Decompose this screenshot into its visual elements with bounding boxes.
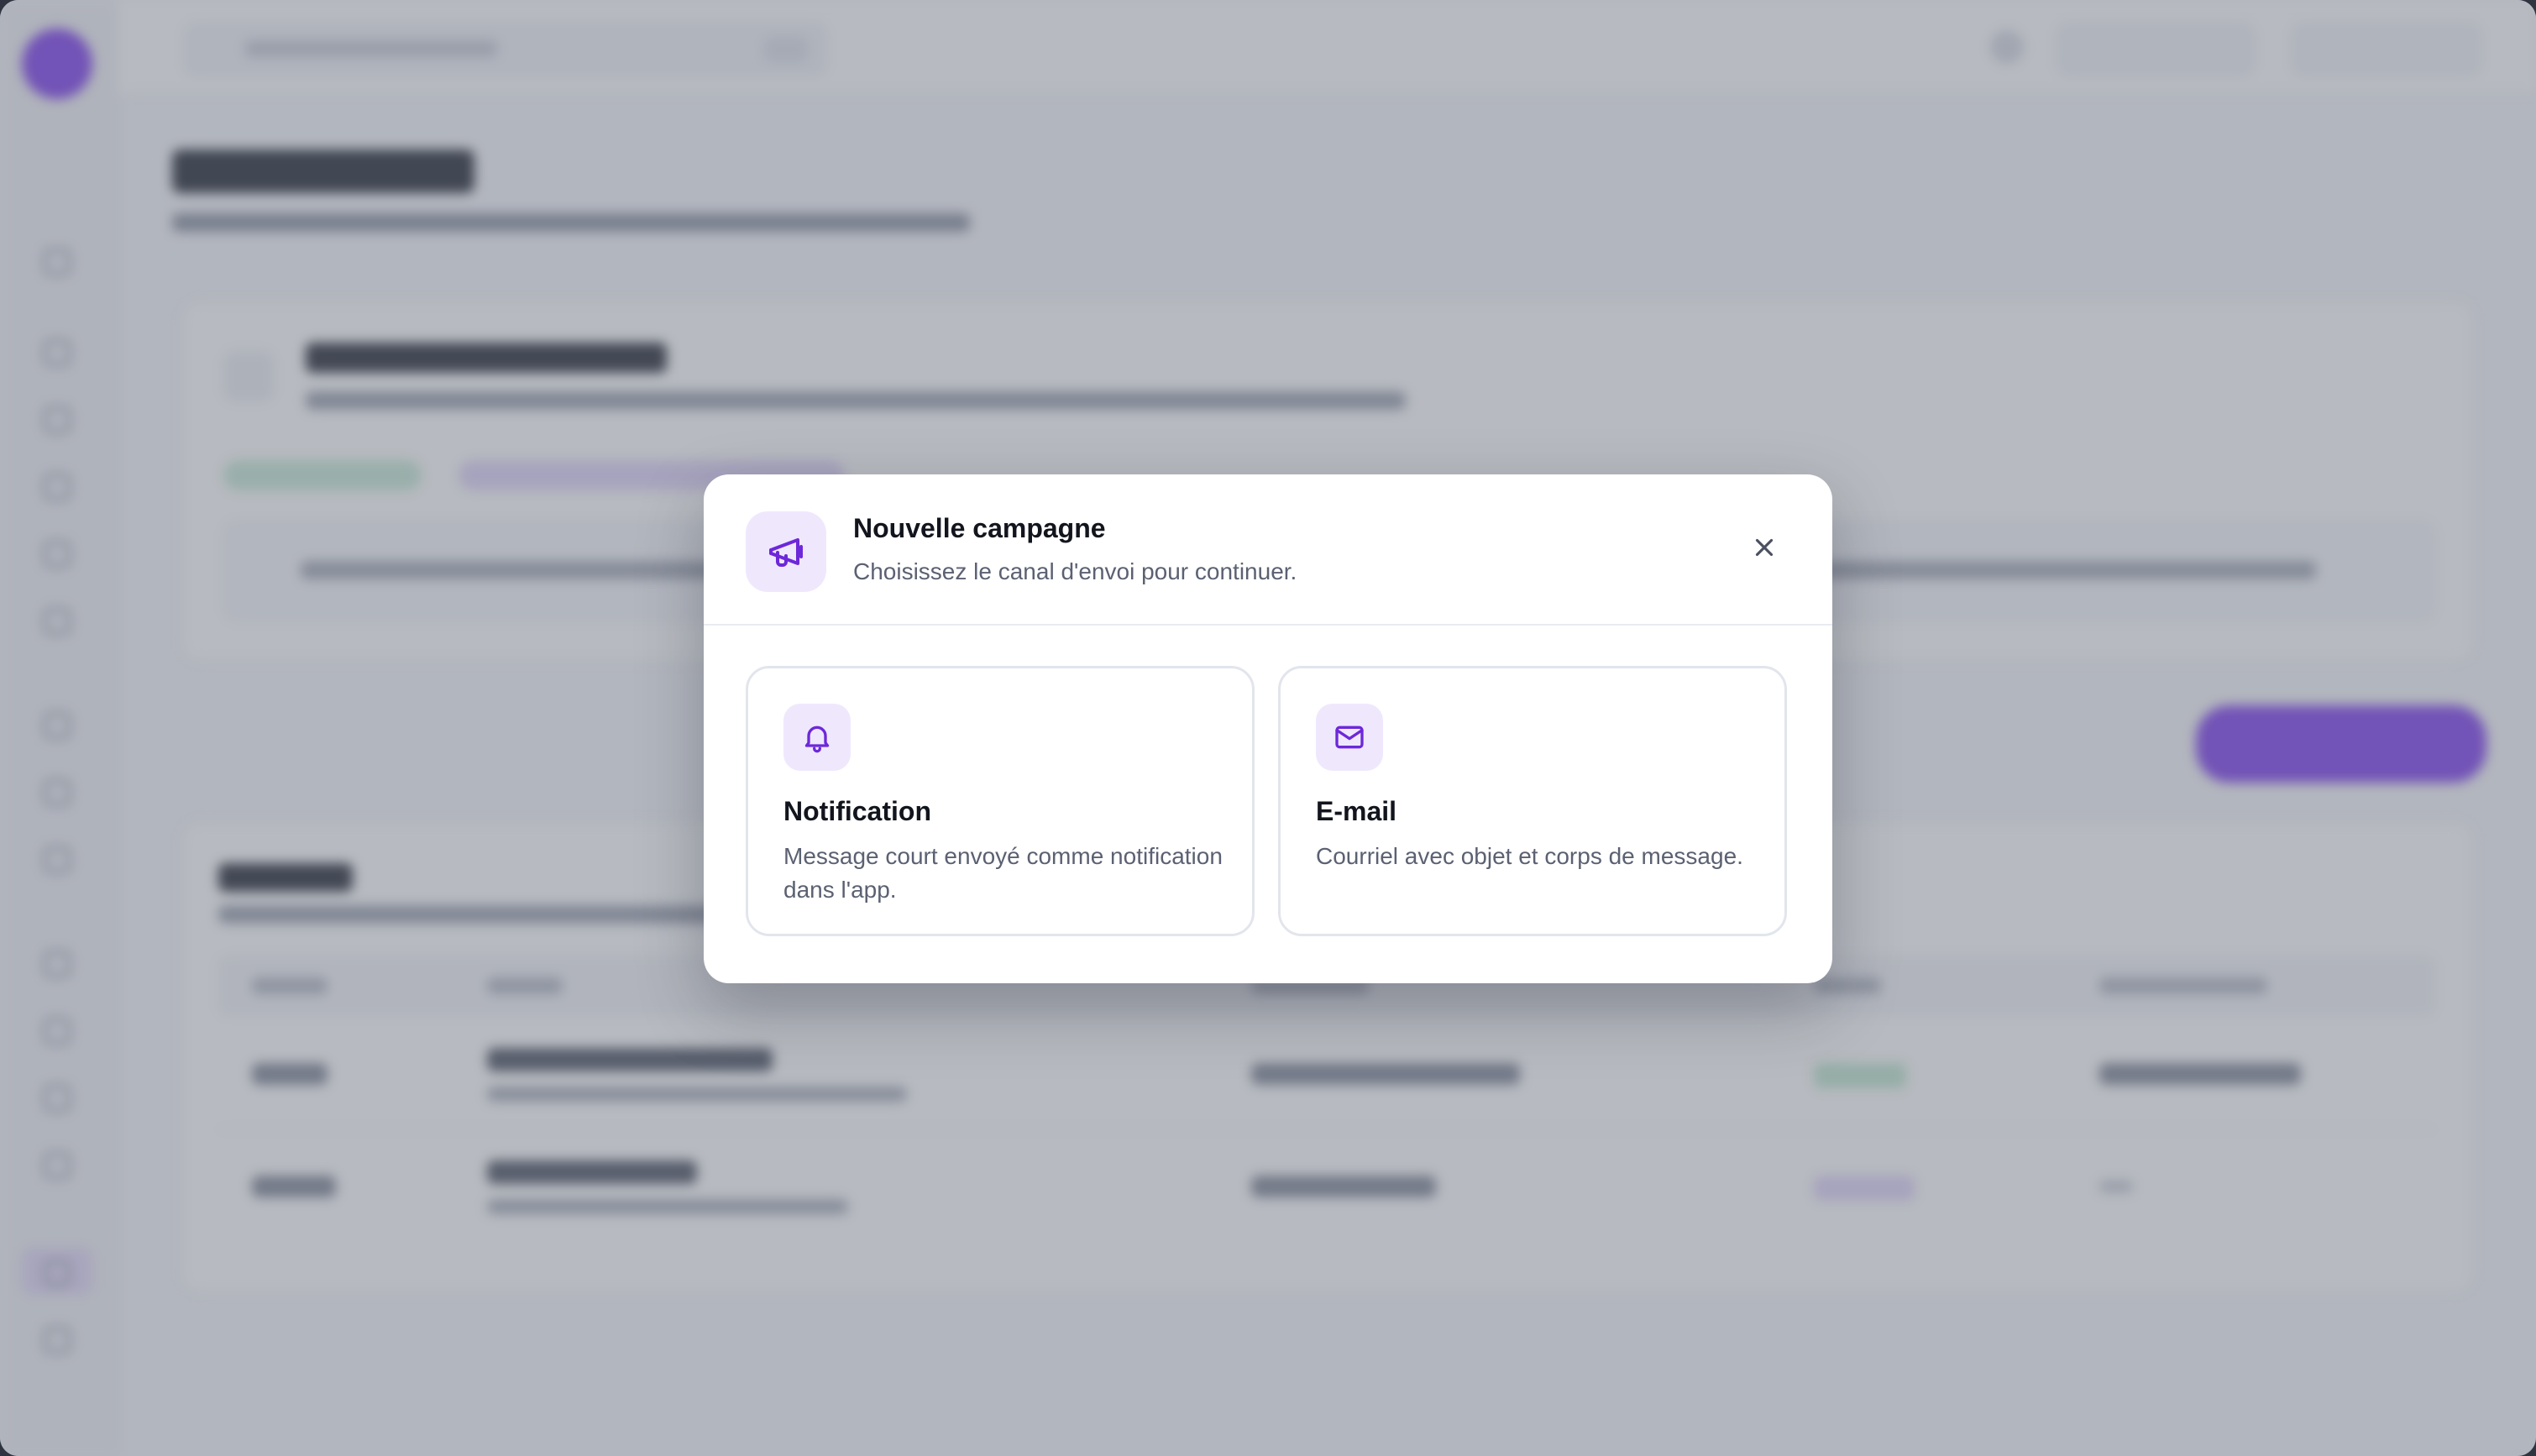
channel-option-email[interactable]: E-mail Courriel avec objet et corps de m… bbox=[1278, 666, 1787, 936]
app-window: Nouvelle campagne Choisissez le canal d'… bbox=[0, 0, 2536, 1456]
megaphone-icon bbox=[746, 511, 826, 592]
option-description: Message court envoyé comme notification … bbox=[783, 843, 1223, 903]
option-title: E-mail bbox=[1316, 796, 1397, 826]
bell-icon bbox=[783, 704, 851, 771]
dialog-title: Nouvelle campagne bbox=[853, 513, 1106, 543]
close-button[interactable] bbox=[1738, 521, 1790, 573]
dialog-subtitle: Choisissez le canal d'envoi pour continu… bbox=[853, 558, 1297, 584]
channel-option-notification[interactable]: Notification Message court envoyé comme … bbox=[746, 666, 1255, 936]
close-icon bbox=[1750, 533, 1779, 562]
mail-icon bbox=[1316, 704, 1383, 771]
dialog-header: Nouvelle campagne Choisissez le canal d'… bbox=[704, 474, 1832, 626]
option-description: Courriel avec objet et corps de message. bbox=[1316, 843, 1743, 869]
new-campaign-dialog: Nouvelle campagne Choisissez le canal d'… bbox=[704, 474, 1832, 983]
option-title: Notification bbox=[783, 796, 931, 826]
